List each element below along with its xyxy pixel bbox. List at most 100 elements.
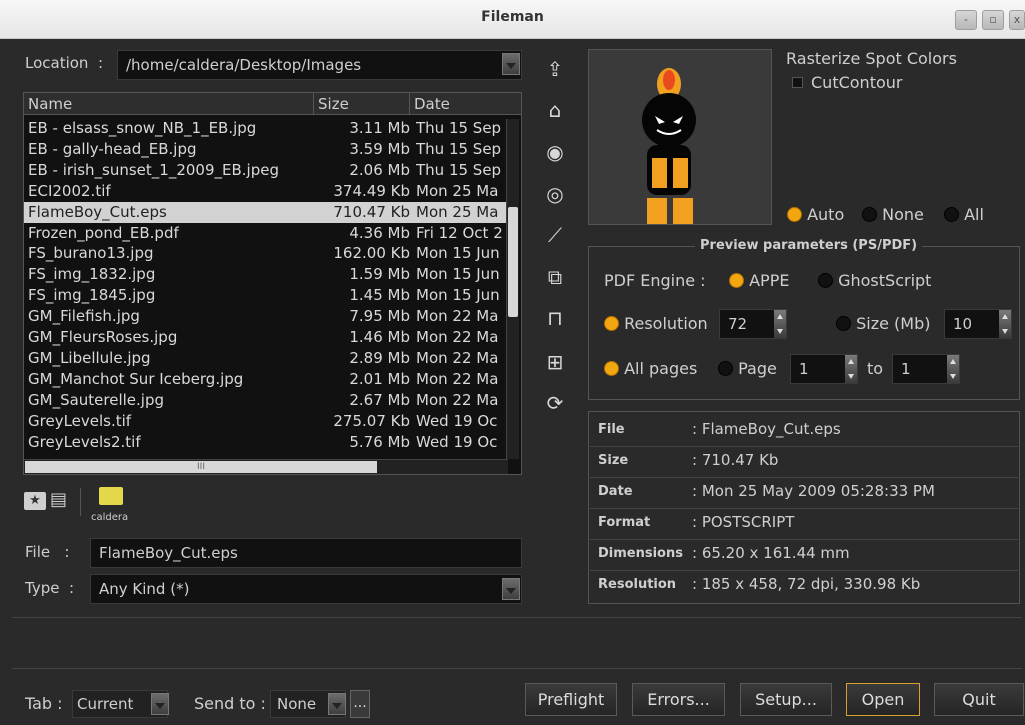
engine-appe-radio[interactable]: [729, 273, 744, 288]
file-size-cell: 1.59 Mb: [349, 265, 410, 284]
size-option[interactable]: Size (Mb): [836, 314, 930, 333]
raster-auto-radio[interactable]: [787, 207, 802, 222]
close-button[interactable]: x: [1009, 10, 1025, 30]
file-row[interactable]: GreyLevels2.tif 5.76 Mb Wed 19 Oc: [24, 432, 508, 453]
caldera-folder-label[interactable]: caldera: [91, 512, 128, 523]
file-row[interactable]: FS_img_1845.jpg 1.45 Mb Mon 15 Jun: [24, 285, 508, 306]
engine-appe-option[interactable]: APPE: [729, 271, 789, 290]
cutcontour-checkbox[interactable]: [792, 77, 803, 88]
page-to-spinbox[interactable]: 1: [892, 354, 960, 384]
sendto-dropdown-button[interactable]: [328, 693, 346, 715]
preflight-button[interactable]: Preflight: [525, 683, 617, 716]
file-row[interactable]: GM_Manchot Sur Iceberg.jpg 2.01 Mb Mon 22 …: [24, 369, 508, 390]
cd-drive-icon[interactable]: ◎: [542, 181, 568, 207]
file-row[interactable]: ECI2002.tif 374.49 Kb Mon 25 Ma: [24, 181, 508, 202]
quit-button[interactable]: Quit: [934, 683, 1024, 716]
sendto-more-button[interactable]: ...: [350, 690, 370, 718]
column-header-name[interactable]: Name: [24, 93, 314, 115]
file-row[interactable]: GM_Sauterelle.jpg 2.67 Mb Mon 22 Ma: [24, 390, 508, 411]
file-row[interactable]: GM_FleursRoses.jpg 1.46 Mb Mon 22 Ma: [24, 327, 508, 348]
raster-none-radio[interactable]: [862, 207, 877, 222]
usb-drive-icon[interactable]: ⟋: [542, 222, 568, 248]
file-row[interactable]: GM_Libellule.jpg 2.89 Mb Mon 22 Ma: [24, 348, 508, 369]
file-row[interactable]: EB - gally-head_EB.jpg 3.59 Mb Thu 15 Sep: [24, 139, 508, 160]
file-name-cell: GreyLevels.tif: [28, 411, 132, 430]
bookmarks-folder-icon[interactable]: ▤: [50, 490, 72, 510]
info-divider: [590, 477, 1018, 478]
column-header-size[interactable]: Size: [314, 93, 410, 115]
file-name-cell: EB - irish_sunset_1_2009_EB.jpeg: [28, 160, 279, 179]
file-size-cell: 275.07 Kb: [333, 411, 410, 430]
open-button[interactable]: Open: [846, 683, 920, 716]
file-list[interactable]: Name Size Date EB - elsass_snow_NB_1_EB.…: [23, 92, 522, 475]
file-name-cell: Frozen_pond_EB.pdf: [28, 223, 179, 242]
location-dropdown-button[interactable]: [502, 53, 520, 75]
resolution-spin-arrows[interactable]: [774, 310, 786, 338]
file-size-cell: 2.01 Mb: [349, 369, 410, 388]
size-spinbox[interactable]: 10: [944, 309, 1012, 339]
file-size-cell: 162.00 Kb: [333, 244, 410, 263]
page-to-spin-arrows[interactable]: [947, 355, 959, 383]
hierarchy-icon[interactable]: ⧉: [542, 264, 568, 290]
errors-button[interactable]: Errors...: [632, 683, 725, 716]
file-row[interactable]: FS_burano13.jpg 162.00 Kb Mon 15 Jun: [24, 243, 508, 264]
vertical-scrollbar[interactable]: [506, 119, 519, 459]
raster-all-option[interactable]: All: [944, 205, 984, 224]
file-row[interactable]: Frozen_pond_EB.pdf 4.36 Mb Fri 12 Oct 2: [24, 223, 508, 244]
table-icon[interactable]: ⊓: [542, 305, 568, 331]
raster-all-radio[interactable]: [944, 207, 959, 222]
file-row[interactable]: FS_img_1832.jpg 1.59 Mb Mon 15 Jun: [24, 264, 508, 285]
size-radio[interactable]: [836, 316, 851, 331]
raster-auto-option[interactable]: Auto: [787, 205, 844, 224]
file-row[interactable]: FlameBoy_Cut.eps 710.47 Kb Mon 25 Ma: [24, 201, 508, 223]
file-name-cell: GM_FleursRoses.jpg: [28, 328, 178, 346]
horizontal-scrollbar[interactable]: III: [24, 459, 508, 474]
resolution-option[interactable]: Resolution: [604, 314, 708, 333]
caldera-folder-icon[interactable]: [99, 487, 123, 505]
file-row[interactable]: EB - irish_sunset_1_2009_EB.jpeg 2.06 Mb T…: [24, 160, 508, 181]
file-size-cell: 2.67 Mb: [349, 390, 410, 409]
info-key: Format: [598, 515, 651, 530]
home-icon[interactable]: ⌂: [542, 97, 568, 123]
type-dropdown-button[interactable]: [502, 578, 520, 600]
file-size-cell: 374.49 Kb: [333, 181, 410, 200]
location-combo[interactable]: /home/caldera/Desktop/Images: [117, 50, 522, 80]
page-radio[interactable]: [718, 361, 733, 376]
type-label: Type :: [25, 579, 75, 597]
minimize-button[interactable]: -: [955, 10, 977, 30]
pdf-engine-label: PDF Engine :: [604, 271, 706, 290]
file-date-cell: Mon 25 Ma: [416, 181, 499, 200]
page-option[interactable]: Page: [718, 359, 777, 378]
type-combo[interactable]: Any Kind (*): [90, 574, 522, 604]
file-label: File :: [25, 543, 70, 561]
raster-none-option[interactable]: None: [862, 205, 924, 224]
vertical-scroll-thumb[interactable]: [508, 207, 518, 317]
refresh-icon[interactable]: ⟳: [542, 390, 568, 416]
column-header-date[interactable]: Date: [410, 93, 521, 115]
file-row[interactable]: GM_Filefish.jpg 7.95 Mb Mon 22 Ma: [24, 306, 508, 327]
file-size-cell: 5.76 Mb: [349, 432, 410, 451]
page-from-spin-arrows[interactable]: [845, 355, 857, 383]
size-spin-arrows[interactable]: [999, 310, 1011, 338]
all-pages-option[interactable]: All pages: [604, 359, 697, 378]
tab-dropdown-button[interactable]: [151, 693, 169, 715]
engine-ghostscript-radio[interactable]: [818, 273, 833, 288]
file-name-input[interactable]: FlameBoy_Cut.eps: [90, 538, 522, 568]
engine-ghostscript-option[interactable]: GhostScript: [818, 271, 931, 290]
file-row[interactable]: EB - elsass_snow_NB_1_EB.jpg 3.11 Mb Thu 1…: [24, 118, 508, 139]
resolution-spinbox[interactable]: 72: [719, 309, 787, 339]
page-from-spinbox[interactable]: 1: [790, 354, 858, 384]
folder-up-icon[interactable]: ⇪: [542, 56, 568, 82]
horizontal-scroll-thumb[interactable]: III: [25, 461, 377, 473]
file-row[interactable]: GreyLevels.tif 275.07 Kb Wed 19 Oc: [24, 411, 508, 432]
all-pages-radio[interactable]: [604, 361, 619, 376]
resolution-radio[interactable]: [604, 316, 619, 331]
file-size-cell: 2.06 Mb: [349, 160, 410, 179]
file-size-cell: 4.36 Mb: [349, 223, 410, 242]
cutcontour-label: CutContour: [811, 73, 903, 92]
bookmark-star-icon[interactable]: ★: [24, 492, 46, 510]
new-folder-icon[interactable]: ⊞: [542, 349, 568, 375]
setup-button[interactable]: Setup...: [740, 683, 832, 716]
maximize-button[interactable]: ▫: [982, 10, 1004, 30]
network-icon[interactable]: ◉: [542, 139, 568, 165]
